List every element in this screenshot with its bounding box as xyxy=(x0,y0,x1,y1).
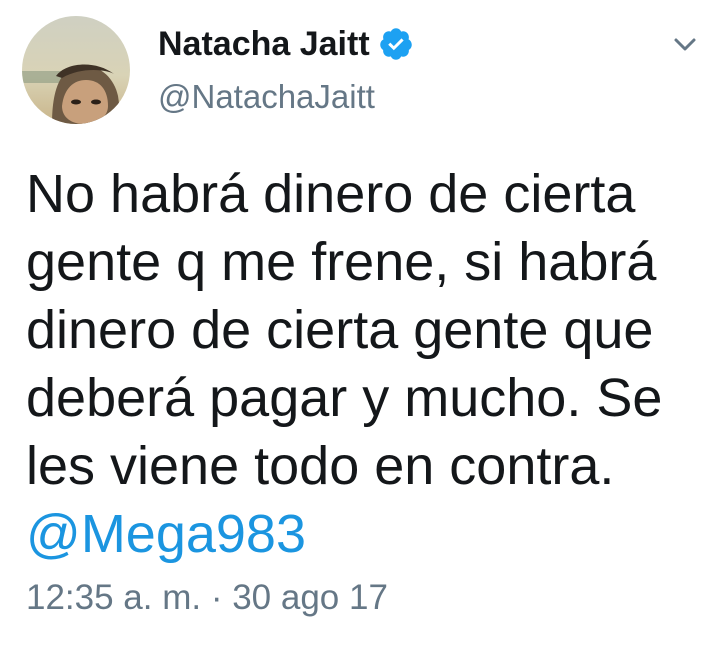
verified-badge-icon xyxy=(379,28,412,60)
tweet-text-line: gente q me frene, si habrá xyxy=(26,232,657,292)
mention-link[interactable]: @Mega983 xyxy=(26,500,706,568)
tweet-text-line: dinero de cierta gente que xyxy=(26,300,654,360)
timestamp[interactable]: 12:35 a. m. · 30 ago 17 xyxy=(26,578,388,618)
handle[interactable]: @NatachaJaitt xyxy=(158,78,375,116)
tweet-text: No habrá dinero de cierta gente q me fre… xyxy=(26,160,706,568)
tweet-card: Natacha Jaitt @NatachaJaitt No habrá din… xyxy=(0,0,720,650)
author-row: Natacha Jaitt xyxy=(158,22,414,66)
tweet-text-line: les viene todo en contra. xyxy=(26,436,615,496)
chevron-down-icon[interactable] xyxy=(668,32,702,58)
tweet-text-line: deberá pagar y mucho. Se xyxy=(26,368,663,428)
avatar-image xyxy=(22,16,130,124)
tweet-text-line: No habrá dinero de cierta xyxy=(26,164,636,224)
display-name[interactable]: Natacha Jaitt xyxy=(158,25,370,64)
avatar[interactable] xyxy=(22,16,130,124)
